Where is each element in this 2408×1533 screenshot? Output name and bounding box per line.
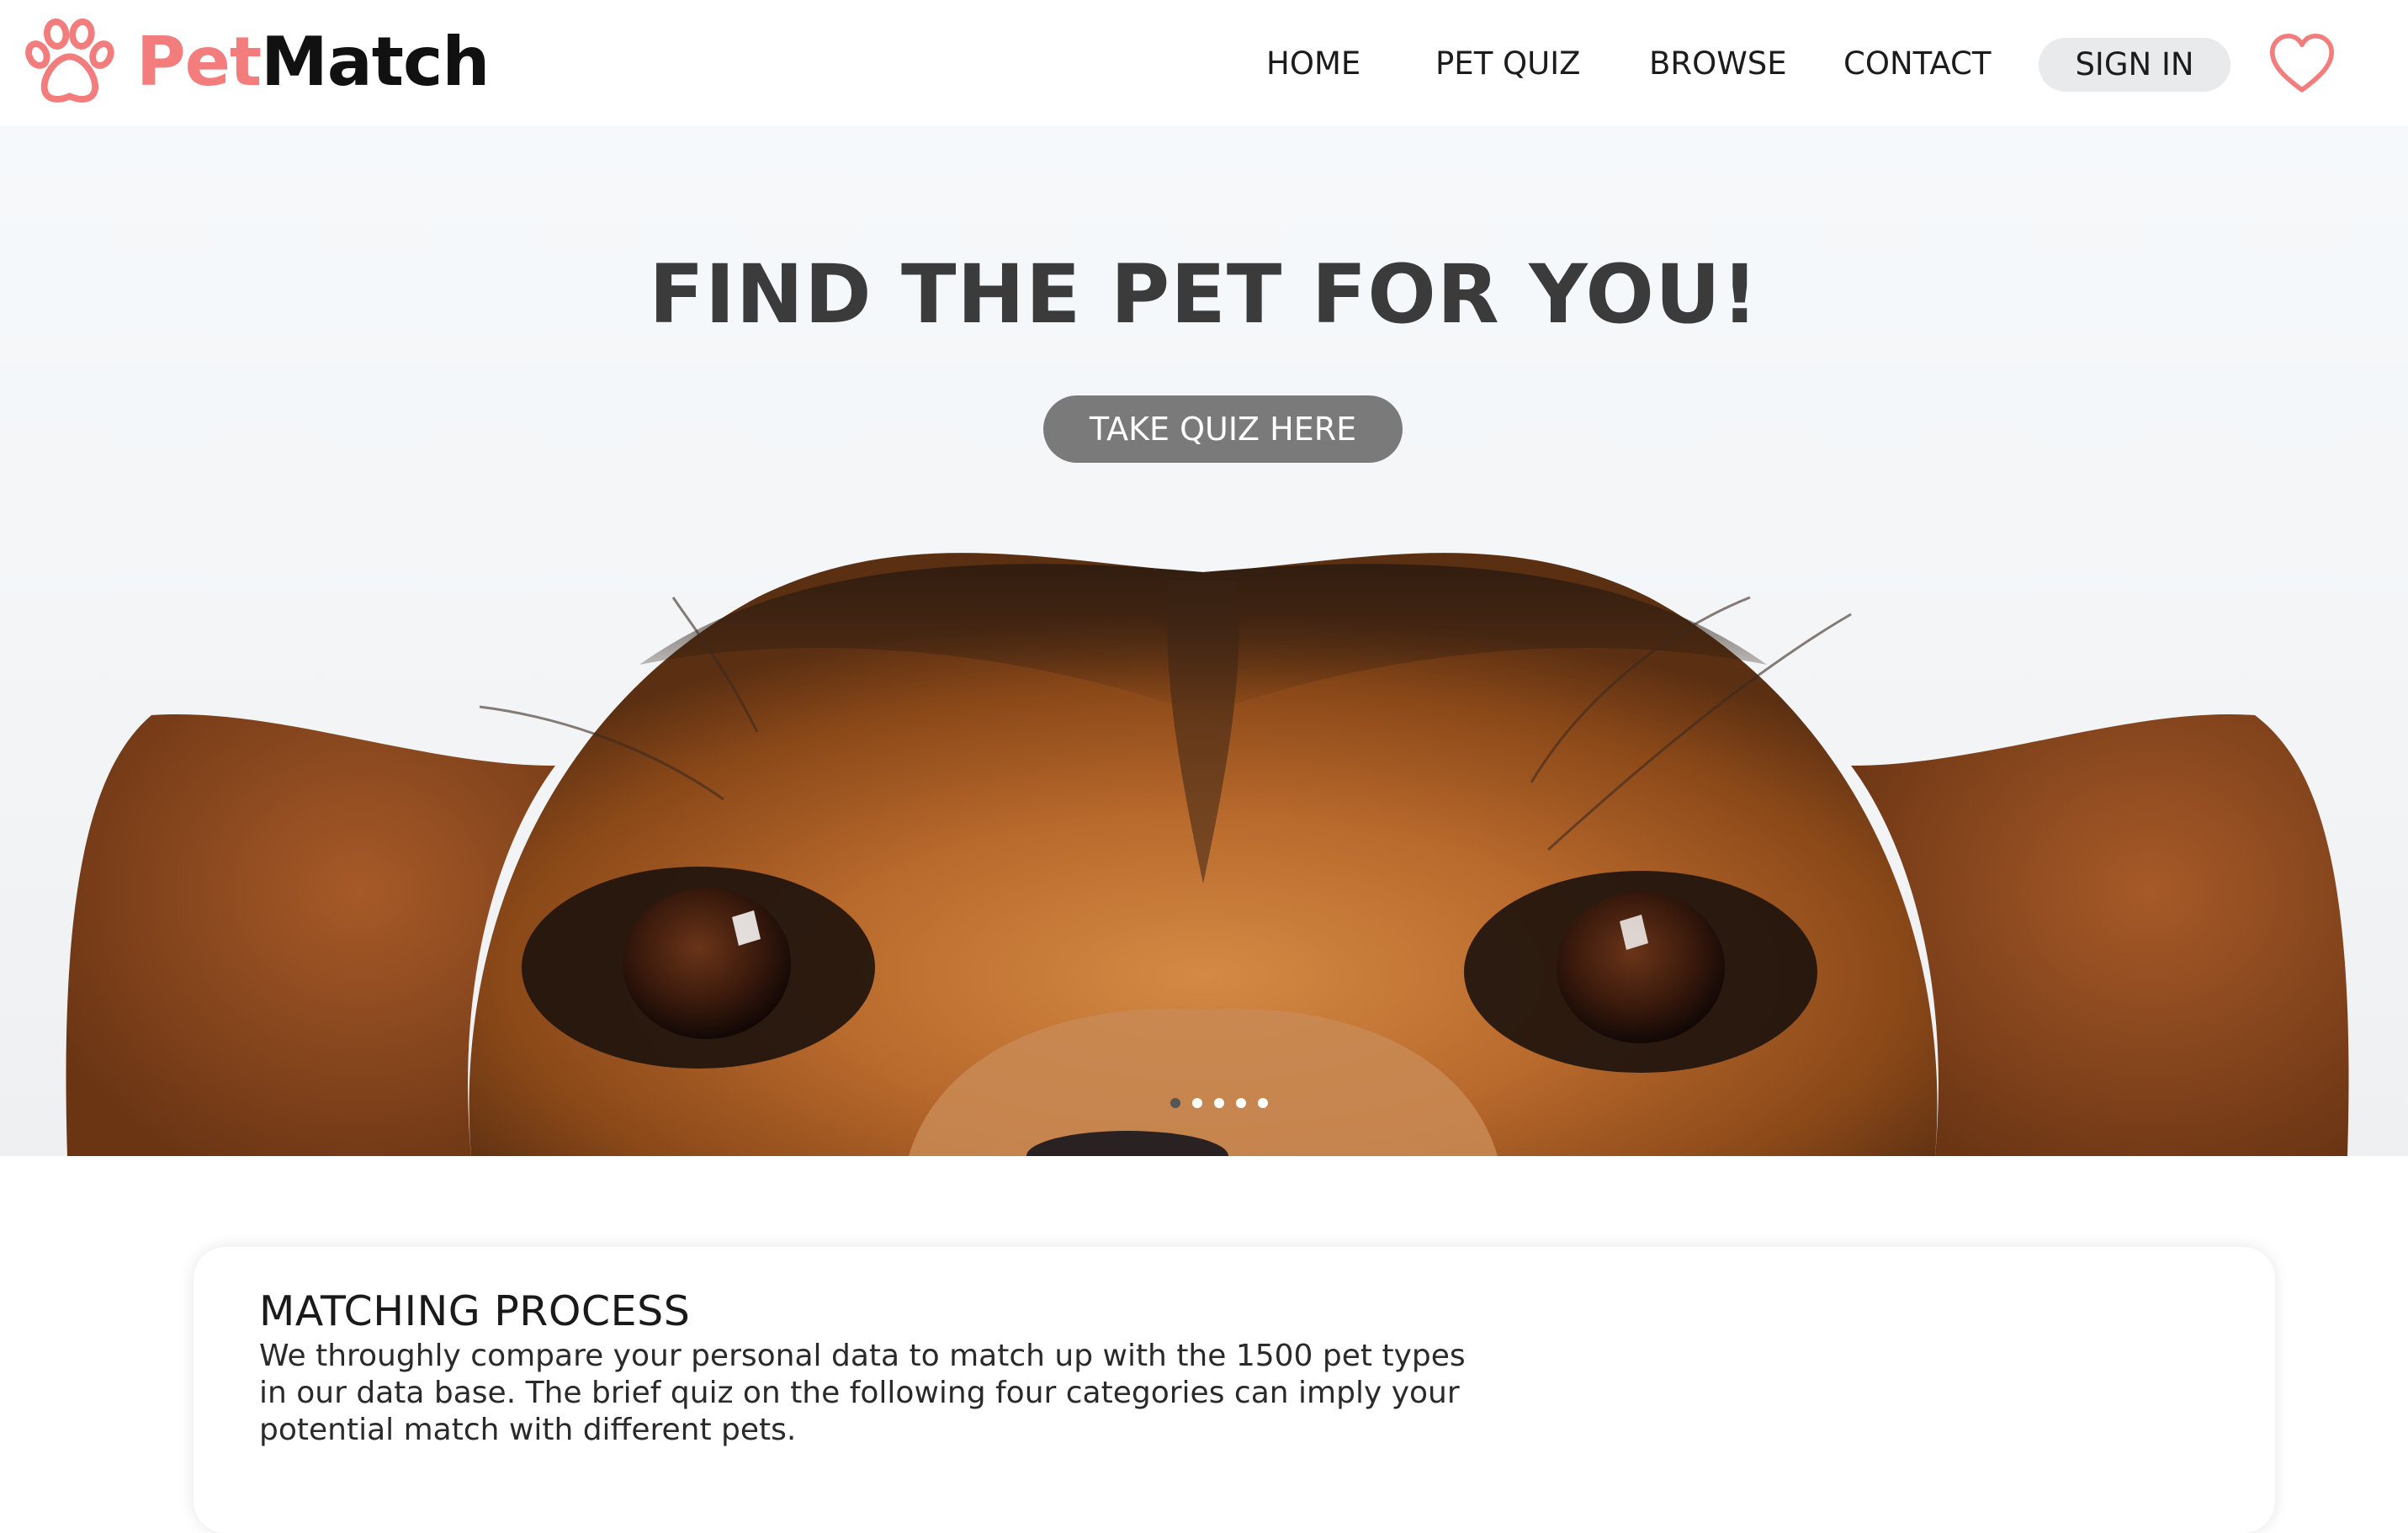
take-quiz-button[interactable]: TAKE QUIZ HERE [1043, 395, 1403, 463]
carousel-dot-1[interactable] [1170, 1098, 1180, 1108]
top-header: PetMatch HOME PET QUIZ BROWSE CONTACT SI… [0, 0, 2408, 126]
card-line-1: We throughly compare your personal data … [259, 1339, 1466, 1373]
nav-pet-quiz[interactable]: PET QUIZ [1435, 32, 1581, 96]
carousel-dot-3[interactable] [1214, 1098, 1224, 1108]
matching-process-card: MATCHING PROCESS We throughly compare yo… [194, 1247, 2275, 1533]
hero-banner: FIND THE PET FOR YOU! TAKE QUIZ HERE [0, 126, 2408, 1156]
carousel-dots [1170, 1098, 1268, 1108]
sign-in-button[interactable]: SIGN IN [2039, 38, 2230, 92]
card-line-3: potential match with different pets. [259, 1413, 797, 1447]
card-line-2: in our data base. The brief quiz on the … [259, 1376, 1460, 1410]
nav-home[interactable]: HOME [1266, 32, 1360, 96]
card-title: MATCHING PROCESS [259, 1287, 691, 1335]
nav-contact[interactable]: CONTACT [1843, 32, 1991, 96]
hero-title: FIND THE PET FOR YOU! [649, 247, 1759, 342]
carousel-dot-2[interactable] [1192, 1098, 1202, 1108]
nav-browse[interactable]: BROWSE [1649, 32, 1787, 96]
card-description: We throughly compare your personal data … [259, 1338, 1471, 1449]
carousel-dot-5[interactable] [1258, 1098, 1268, 1108]
heart-icon[interactable] [2268, 32, 2336, 99]
carousel-dot-4[interactable] [1236, 1098, 1246, 1108]
